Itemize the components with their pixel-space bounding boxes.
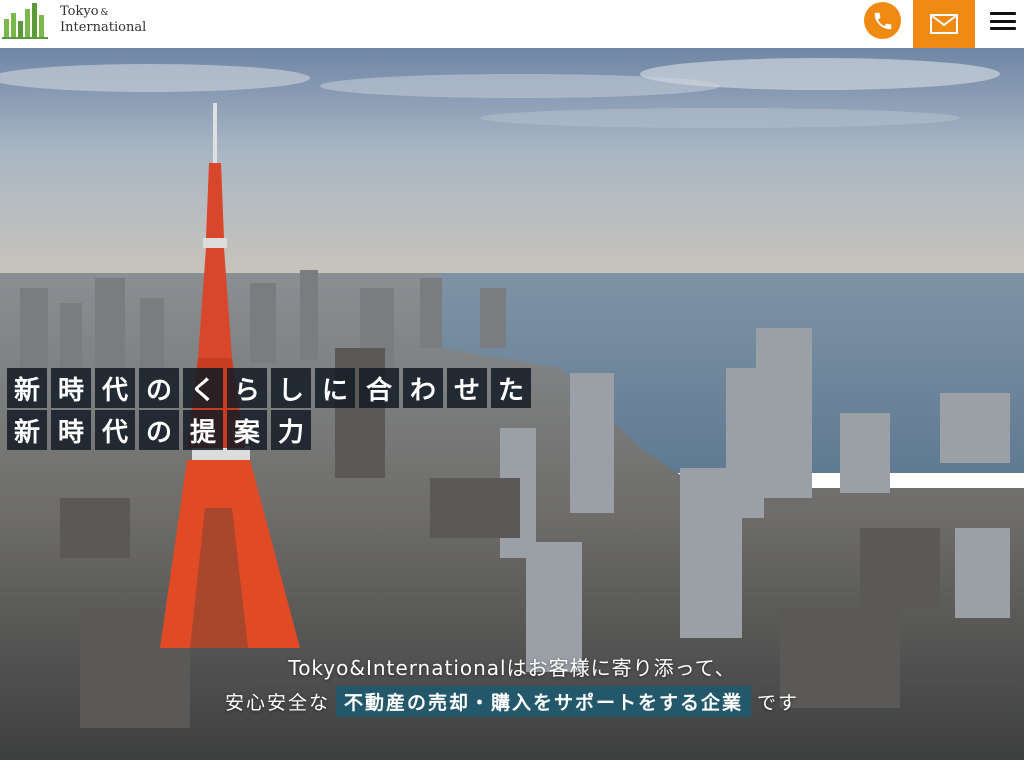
headline-row-2: 新時代の提案力 xyxy=(7,410,313,450)
logo-amp: & xyxy=(100,7,109,18)
headline-char: 新 xyxy=(7,368,47,408)
mail-button[interactable] xyxy=(913,0,975,48)
headline-char: し xyxy=(271,368,311,408)
headline-char: せ xyxy=(447,368,487,408)
sub-line2-pre: 安心安全な xyxy=(224,692,330,714)
headline-char: た xyxy=(491,368,531,408)
headline-char: 合 xyxy=(359,368,399,408)
headline-char: ら xyxy=(227,368,267,408)
headline-char: 力 xyxy=(271,410,311,450)
headline-char: 新 xyxy=(7,410,47,450)
headline-char: わ xyxy=(403,368,443,408)
headline-char: 代 xyxy=(95,410,135,450)
headline-char: 時 xyxy=(51,410,91,450)
headline-row-1: 新時代のくらしに合わせた xyxy=(7,368,533,408)
mail-icon xyxy=(930,14,958,34)
hamburger-menu-icon[interactable] xyxy=(986,6,1020,36)
headline-char: の xyxy=(139,368,179,408)
logo[interactable]: Tokyo & International xyxy=(2,0,146,40)
sub-line2-highlight: 不動産の売却・購入をサポートをする企業 xyxy=(335,686,751,717)
logo-text: Tokyo & International xyxy=(60,3,147,36)
headline-char: 案 xyxy=(227,410,267,450)
logo-international: International xyxy=(60,20,147,35)
logo-tokyo: Tokyo xyxy=(60,3,99,19)
headline-char: 代 xyxy=(95,368,135,408)
sub-line2-post: です xyxy=(757,692,800,714)
phone-icon xyxy=(874,12,891,29)
site-header: Tokyo & International xyxy=(0,0,1024,48)
headline-char: く xyxy=(183,368,223,408)
headline-char: 時 xyxy=(51,368,91,408)
headline-char: の xyxy=(139,410,179,450)
hero-section: 新時代のくらしに合わせた 新時代の提案力 Tokyo&International… xyxy=(0,48,1024,760)
hero-subtext-line1: Tokyo&Internationalはお客様に寄り添って、 xyxy=(288,656,736,680)
hero-subtext-line2: 安心安全な 不動産の売却・購入をサポートをする企業 です xyxy=(0,686,1024,717)
headline-char: に xyxy=(315,368,355,408)
phone-button[interactable] xyxy=(864,2,901,39)
logo-mark-icon xyxy=(2,1,48,39)
headline-char: 提 xyxy=(183,410,223,450)
